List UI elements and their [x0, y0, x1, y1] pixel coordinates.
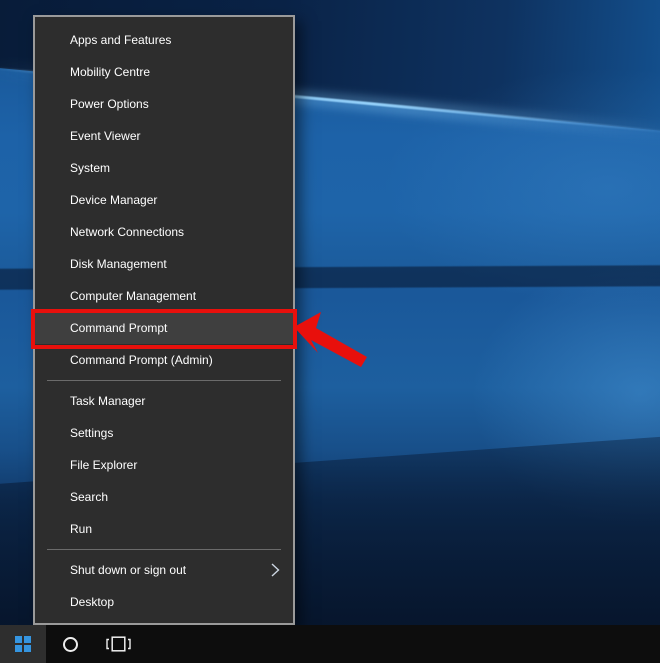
- menu-item-label: Command Prompt (Admin): [70, 344, 213, 376]
- menu-item-task-manager[interactable]: Task Manager: [35, 385, 293, 417]
- menu-item-device-manager[interactable]: Device Manager: [35, 184, 293, 216]
- menu-item-disk-management[interactable]: Disk Management: [35, 248, 293, 280]
- menu-item-event-viewer[interactable]: Event Viewer: [35, 120, 293, 152]
- menu-separator: [47, 380, 281, 381]
- menu-item-label: Shut down or sign out: [70, 554, 186, 586]
- menu-item-label: Settings: [70, 417, 113, 449]
- menu-item-label: Search: [70, 481, 108, 513]
- windows-logo-icon: [15, 636, 31, 652]
- menu-item-apps-and-features[interactable]: Apps and Features: [35, 24, 293, 56]
- menu-item-mobility-centre[interactable]: Mobility Centre: [35, 56, 293, 88]
- menu-item-label: System: [70, 152, 110, 184]
- menu-item-label: Command Prompt: [70, 312, 167, 344]
- taskbar: [0, 625, 660, 663]
- menu-item-label: Desktop: [70, 586, 114, 618]
- cortana-circle-icon: [63, 637, 78, 652]
- menu-item-network-connections[interactable]: Network Connections: [35, 216, 293, 248]
- start-button[interactable]: [0, 625, 46, 663]
- menu-item-system[interactable]: System: [35, 152, 293, 184]
- menu-item-desktop[interactable]: Desktop: [35, 586, 293, 618]
- menu-item-power-options[interactable]: Power Options: [35, 88, 293, 120]
- menu-item-label: Apps and Features: [70, 24, 171, 56]
- menu-item-label: Event Viewer: [70, 120, 140, 152]
- menu-item-label: Network Connections: [70, 216, 184, 248]
- cortana-button[interactable]: [46, 625, 94, 663]
- menu-item-computer-management[interactable]: Computer Management: [35, 280, 293, 312]
- menu-item-label: Task Manager: [70, 385, 145, 417]
- menu-item-label: Mobility Centre: [70, 56, 150, 88]
- chevron-right-icon: [271, 563, 280, 577]
- menu-item-label: File Explorer: [70, 449, 137, 481]
- menu-item-settings[interactable]: Settings: [35, 417, 293, 449]
- menu-item-label: Computer Management: [70, 280, 196, 312]
- menu-item-search[interactable]: Search: [35, 481, 293, 513]
- menu-item-command-prompt-admin[interactable]: Command Prompt (Admin): [35, 344, 293, 376]
- menu-separator: [47, 549, 281, 550]
- menu-item-shut-down-or-sign-out[interactable]: Shut down or sign out: [35, 554, 293, 586]
- task-view-icon: [104, 636, 132, 652]
- menu-item-command-prompt[interactable]: Command Prompt: [35, 312, 293, 344]
- menu-item-run[interactable]: Run: [35, 513, 293, 545]
- menu-item-label: Disk Management: [70, 248, 167, 280]
- task-view-button[interactable]: [94, 625, 142, 663]
- menu-item-label: Power Options: [70, 88, 149, 120]
- menu-item-file-explorer[interactable]: File Explorer: [35, 449, 293, 481]
- menu-item-label: Device Manager: [70, 184, 157, 216]
- winx-menu: Apps and FeaturesMobility CentrePower Op…: [33, 15, 295, 625]
- menu-item-label: Run: [70, 513, 92, 545]
